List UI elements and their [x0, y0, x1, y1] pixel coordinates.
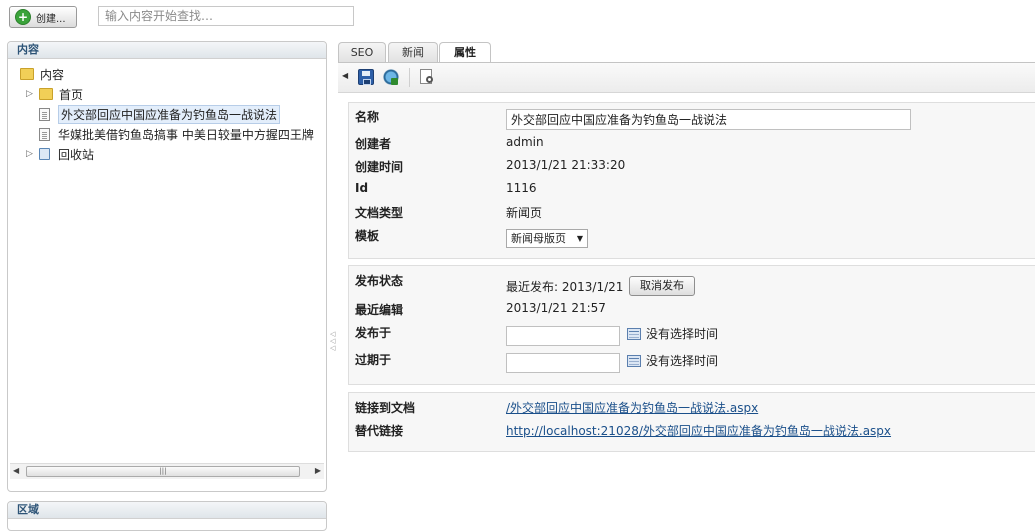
publish-at-label: 发布于 — [355, 326, 392, 340]
scroll-right-arrow-icon[interactable]: ▶ — [315, 466, 321, 475]
document-icon — [39, 107, 50, 121]
folder-icon — [39, 88, 53, 100]
last-edit-label: 最近编辑 — [355, 303, 404, 317]
document-icon — [39, 127, 50, 141]
publish-at-note: 没有选择时间 — [646, 327, 719, 341]
folder-icon — [20, 68, 34, 80]
panel-splitter[interactable]: ◁ ◁ ◁ — [330, 41, 335, 516]
name-input[interactable] — [506, 109, 911, 130]
last-edit-value: 2013/1/21 21:57 — [506, 301, 606, 315]
expand-arrow-icon[interactable]: ▷ — [26, 149, 36, 159]
save-icon[interactable] — [358, 69, 374, 85]
publish-at-date-input[interactable] — [506, 326, 620, 346]
tree-panel-title: 内容 — [8, 42, 326, 59]
editor-toolbar: ◀ — [338, 63, 1035, 93]
create-button[interactable]: + 创建... — [9, 6, 77, 28]
expire-at-label: 过期于 — [355, 353, 392, 367]
doc-link-label: 链接到文档 — [355, 401, 416, 415]
name-label: 名称 — [355, 110, 380, 124]
tree-item-label: 外交部回应中国应准备为钓鱼岛一战说法 — [58, 104, 281, 124]
expand-arrow-icon[interactable]: ▷ — [26, 89, 36, 99]
publish-status-value: 最近发布: 2013/1/21 — [506, 280, 624, 294]
tree-item-article-1[interactable]: 外交部回应中国应准备为钓鱼岛一战说法 — [39, 104, 281, 124]
tree-item-root[interactable]: 内容 — [20, 65, 64, 83]
region-panel-title: 区域 — [8, 502, 326, 519]
unpublish-button[interactable]: 取消发布 — [629, 276, 695, 296]
chevron-down-icon: ▼ — [576, 234, 583, 243]
document-properties-section: 名称 创建者 admin 创建时间 2013/1/21 21:33:20 Id … — [348, 102, 1035, 259]
calendar-icon[interactable] — [627, 355, 641, 367]
tree-item-home[interactable]: ▷ 首页 — [26, 85, 83, 103]
alt-link-label: 替代链接 — [355, 424, 404, 438]
content-tree-panel: 内容 内容 ▷ 首页 外交部回应中国应准备为钓鱼岛一战说法 华媒批美借钓鱼岛搞事… — [7, 41, 327, 492]
tree-item-label: 内容 — [40, 67, 65, 82]
doc-link[interactable]: /外交部回应中国应准备为钓鱼岛一战说法.aspx — [506, 399, 758, 416]
expire-at-date-input[interactable] — [506, 353, 620, 373]
tab-properties[interactable]: 属性 — [439, 42, 491, 63]
id-value: 1116 — [506, 181, 537, 195]
expire-at-note: 没有选择时间 — [646, 354, 719, 368]
alt-link[interactable]: http://localhost:21028/外交部回应中国应准备为钓鱼岛一战说… — [506, 422, 891, 439]
search-input[interactable] — [98, 6, 354, 26]
links-section: 链接到文档 /外交部回应中国应准备为钓鱼岛一战说法.aspx 替代链接 http… — [348, 392, 1035, 452]
tab-news[interactable]: 新闻 — [388, 42, 438, 62]
create-button-label: 创建... — [36, 13, 66, 25]
doctype-value: 新闻页 — [506, 206, 543, 220]
created-label: 创建时间 — [355, 160, 404, 174]
save-and-publish-icon[interactable] — [383, 69, 399, 85]
top-bar: + 创建... — [0, 0, 1035, 40]
creator-label: 创建者 — [355, 137, 392, 151]
created-value: 2013/1/21 21:33:20 — [506, 158, 626, 172]
region-panel: 区域 — [7, 501, 327, 531]
tree-item-recycle-bin[interactable]: ▷ 回收站 — [26, 145, 94, 163]
doctype-label: 文档类型 — [355, 206, 404, 220]
tab-seo[interactable]: SEO — [338, 42, 386, 62]
horizontal-scrollbar[interactable]: ◀ ||| ▶ — [10, 463, 324, 479]
tree-item-article-2[interactable]: 华媒批美借钓鱼岛搞事 中美日较量中方握四王牌 — [39, 125, 314, 143]
id-label: Id — [355, 181, 369, 195]
scroll-left-arrow-icon[interactable]: ◀ — [13, 466, 19, 475]
publishing-section: 发布状态 最近发布: 2013/1/21 取消发布 最近编辑 2013/1/21… — [348, 265, 1035, 385]
calendar-icon[interactable] — [627, 328, 641, 340]
scrollbar-thumb[interactable]: ||| — [26, 466, 300, 477]
toolbar-collapse-arrow-icon[interactable]: ◀ — [342, 71, 348, 80]
template-select-value: 新闻母版页 — [511, 232, 566, 245]
creator-value: admin — [506, 135, 544, 149]
template-label: 模板 — [355, 229, 380, 243]
tree-item-label: 华媒批美借钓鱼岛搞事 中美日较量中方握四王牌 — [58, 127, 314, 142]
splitter-grip-icon: ◁ ◁ ◁ — [330, 330, 336, 352]
tree-item-label: 回收站 — [58, 147, 95, 162]
recycle-bin-icon — [39, 148, 50, 160]
preview-icon[interactable] — [420, 69, 433, 84]
template-select[interactable]: 新闻母版页 ▼ — [506, 229, 588, 248]
toolbar-separator — [409, 68, 410, 87]
tree-item-label: 首页 — [59, 87, 84, 102]
plus-icon: + — [15, 9, 31, 25]
publish-status-label: 发布状态 — [355, 274, 404, 288]
